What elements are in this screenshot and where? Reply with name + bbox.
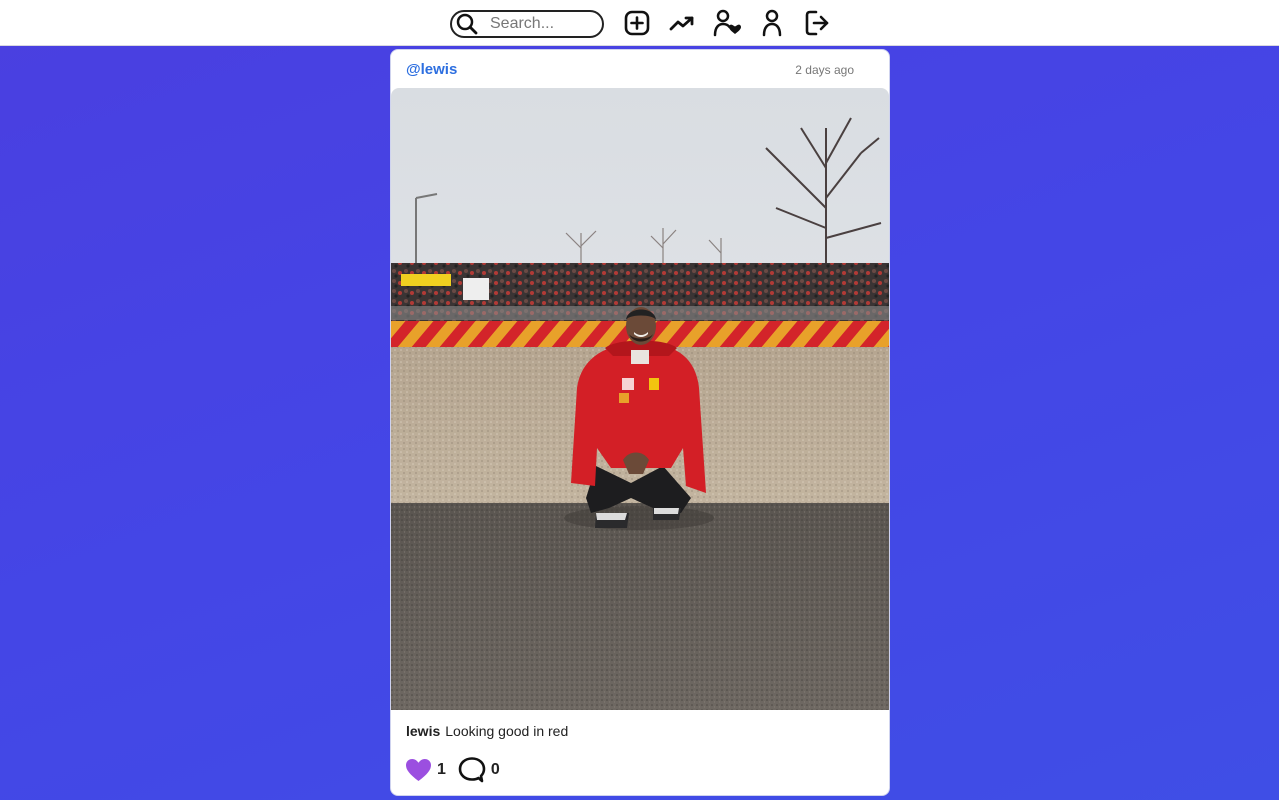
post-actions: 1 0 <box>405 756 500 784</box>
profile-button[interactable] <box>757 8 787 38</box>
following-button[interactable] <box>712 8 742 38</box>
search-icon[interactable] <box>456 13 478 40</box>
post-caption: lewis Looking good in red <box>406 723 568 739</box>
top-navigation-bar <box>0 0 1279 46</box>
comment-bubble-icon <box>458 757 486 783</box>
post-timestamp: 2 days ago <box>795 63 854 77</box>
comment-button[interactable]: 0 <box>458 757 500 783</box>
trending-icon <box>669 16 694 31</box>
logout-button[interactable] <box>802 8 832 38</box>
post-header: @lewis 2 days ago <box>391 50 889 88</box>
like-count: 1 <box>437 761 446 778</box>
heart-icon <box>406 759 431 781</box>
trending-button[interactable] <box>667 8 697 38</box>
caption-username[interactable]: lewis <box>406 723 440 739</box>
like-button[interactable]: 1 <box>405 758 446 782</box>
comment-count: 0 <box>490 761 500 778</box>
add-post-button[interactable] <box>622 8 652 38</box>
add-post-icon <box>624 10 650 36</box>
post-card: @lewis 2 days ago lewis Looking good in … <box>390 49 890 796</box>
search-box[interactable] <box>450 10 604 38</box>
following-icon <box>713 9 741 37</box>
post-author-link[interactable]: @lewis <box>406 61 457 78</box>
logout-icon <box>805 10 829 36</box>
post-image[interactable] <box>391 88 889 710</box>
caption-text: Looking good in red <box>445 723 569 739</box>
search-input[interactable] <box>490 15 598 33</box>
profile-icon <box>762 9 782 37</box>
